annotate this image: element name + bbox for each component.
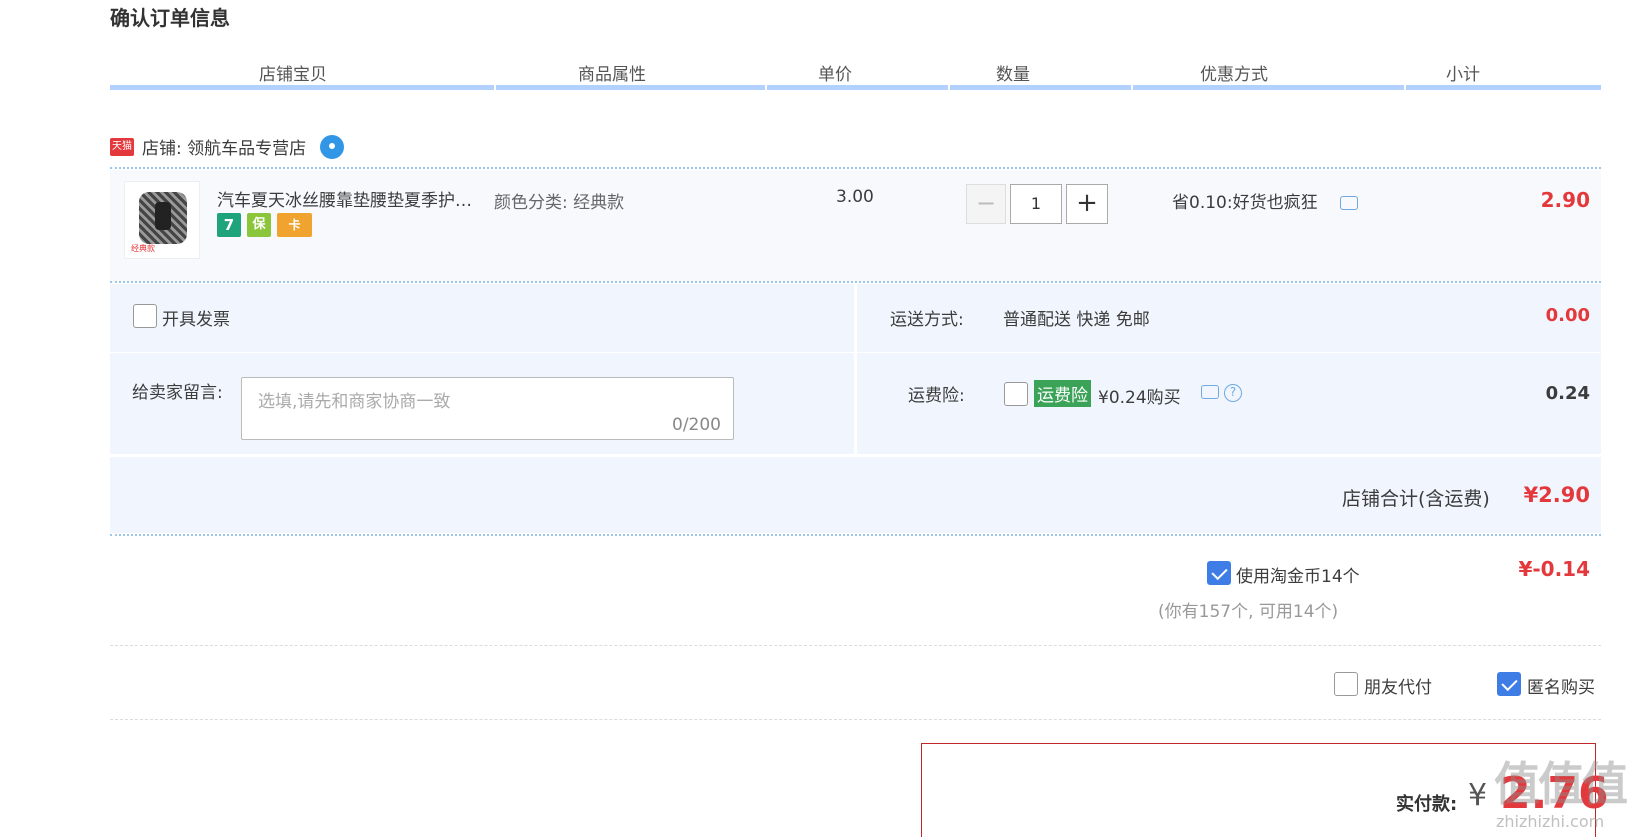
unit-price: 3.00 (836, 187, 874, 207)
product-attribute: 颜色分类: 经典款 (494, 193, 625, 213)
store-total-amount: ¥2.90 (1523, 483, 1590, 507)
page-title: 确认订单信息 (110, 6, 230, 30)
seller-note-placeholder: 选填,请先和商家协商一致 (258, 392, 451, 412)
friend-pay-checkbox[interactable] (1334, 672, 1358, 696)
column-header-bar (110, 85, 1601, 90)
shipping-panel (857, 284, 1601, 454)
header-divider (1404, 85, 1406, 90)
store-total-label: 店铺合计(含运费) (1342, 488, 1490, 510)
seat-cushion-core (155, 202, 171, 230)
seven-day-return-icon: 7 (217, 213, 241, 237)
quantity-increase-button[interactable]: + (1066, 184, 1108, 224)
item-divider (110, 281, 1601, 283)
panel-divider (857, 352, 1601, 353)
quantity-input[interactable]: 1 (1010, 184, 1062, 224)
shipping-insurance-checkbox[interactable] (1004, 382, 1028, 406)
shipping-insurance-price: 0.24 (1545, 383, 1590, 404)
header-divider (494, 85, 496, 90)
store-row: 天猫 店铺: 领航车品专营店 (110, 134, 345, 159)
guarantee-icon: 保 (247, 213, 271, 237)
options-divider (110, 719, 1601, 720)
invoice-checkbox[interactable] (133, 304, 157, 328)
taojinbi-balance-note: (你有157个, 可用14个) (1158, 602, 1339, 622)
seller-note-counter: 0/200 (672, 415, 721, 435)
tmall-icon: 天猫 (110, 137, 134, 156)
seller-note-label: 给卖家留言: (132, 383, 223, 403)
column-header-attribute: 商品属性 (578, 65, 646, 85)
header-divider (765, 85, 767, 90)
taojinbi-divider (110, 645, 1601, 646)
credit-card-icon: 卡 (277, 213, 312, 237)
invoice-label[interactable]: 开具发票 (162, 305, 230, 330)
help-icon[interactable]: ? (1224, 384, 1242, 402)
header-divider (1131, 85, 1133, 90)
shipping-insurance-label: 运费险: (908, 386, 965, 406)
friend-pay-label[interactable]: 朋友代付 (1364, 673, 1432, 698)
watermark-url: zhizhizhi.com (1496, 812, 1605, 831)
watermark-logo: 值值值 (1494, 757, 1628, 811)
use-taojinbi-label[interactable]: 使用淘金币14个 (1236, 562, 1360, 587)
pay-currency: ¥ (1468, 778, 1488, 813)
store-total-divider (110, 534, 1601, 536)
item-subtotal: 2.90 (1540, 188, 1590, 212)
taojinbi-discount: ¥-0.14 (1518, 557, 1590, 581)
store-name[interactable]: 店铺: 领航车品专营店 (142, 134, 306, 159)
wangwang-chat-icon[interactable] (320, 134, 345, 159)
store-divider (110, 167, 1601, 169)
shipping-insurance-price-text: ¥0.24购买 (1098, 388, 1181, 408)
product-thumbnail[interactable]: 经典款 (124, 181, 200, 259)
comment-icon[interactable] (1201, 385, 1219, 399)
comment-icon[interactable] (1340, 196, 1358, 210)
shipping-method-value: 普通配送 快递 免邮 (1003, 310, 1150, 330)
discount-method: 省0.10:好货也疯狂 (1172, 193, 1318, 213)
use-taojinbi-checkbox[interactable] (1207, 561, 1231, 585)
shipping-method-label: 运送方式: (890, 310, 964, 330)
column-header-subtotal: 小计 (1446, 65, 1480, 85)
column-header-store-item: 店铺宝贝 (259, 65, 327, 85)
column-header-discount: 优惠方式 (1200, 65, 1268, 85)
product-title-link[interactable]: 汽车夏天冰丝腰靠垫腰垫夏季护腰靠背透气车用腰托座椅靠垫 (217, 186, 485, 211)
anonymous-purchase-label[interactable]: 匿名购买 (1527, 673, 1595, 698)
pay-label: 实付款: (1396, 794, 1458, 815)
shipping-price: 0.00 (1545, 305, 1590, 326)
column-header-quantity: 数量 (996, 65, 1030, 85)
header-divider (948, 85, 950, 90)
panel-divider (110, 352, 854, 353)
seller-note-input[interactable]: 选填,请先和商家协商一致 0/200 (241, 377, 734, 440)
thumbnail-caption: 经典款 (131, 244, 155, 253)
quantity-decrease-button[interactable]: − (966, 184, 1006, 224)
column-header-unit-price: 单价 (818, 65, 852, 85)
anonymous-purchase-checkbox[interactable] (1497, 672, 1521, 696)
shipping-insurance-tag: 运费险 (1034, 380, 1091, 407)
